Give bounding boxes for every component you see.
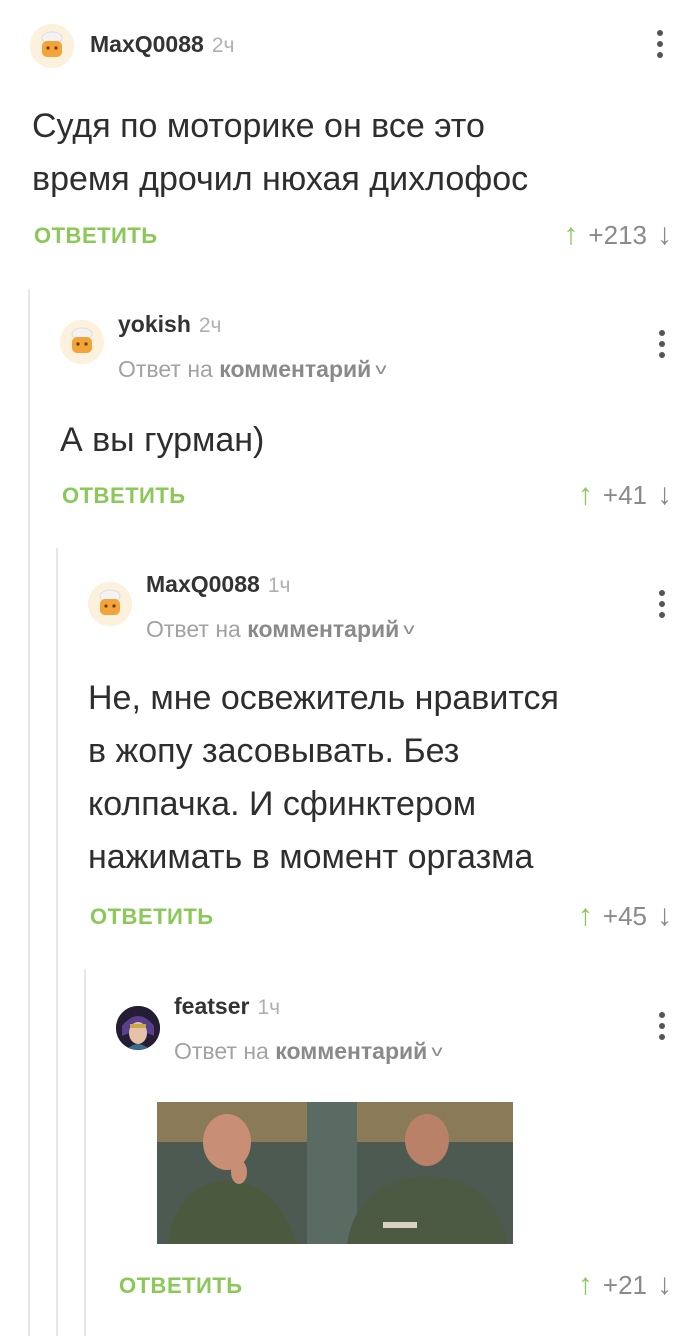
comment-text: Судя по моторике он все это время дрочил… bbox=[32, 100, 528, 206]
rating-value: +213 bbox=[588, 219, 647, 250]
username-text[interactable]: featser bbox=[174, 993, 249, 1019]
rating-value: +21 bbox=[602, 1269, 647, 1300]
thread-line-1 bbox=[28, 290, 30, 1336]
arrow-down-icon[interactable]: ↓ bbox=[657, 899, 672, 933]
arrow-up-icon[interactable]: ↑ bbox=[578, 478, 593, 512]
reply-to-prefix: Ответ на bbox=[118, 356, 213, 382]
reply-to-prefix: Ответ на bbox=[146, 616, 241, 642]
chevron-down-icon[interactable]: v bbox=[432, 1043, 443, 1061]
chevron-down-icon[interactable]: v bbox=[376, 361, 387, 379]
arrow-down-icon[interactable]: ↓ bbox=[657, 478, 672, 512]
comment-text-line: А вы гурман) bbox=[60, 421, 265, 459]
comment-time: 2ч bbox=[198, 314, 222, 337]
thread-line-2 bbox=[56, 548, 58, 1336]
comment-username[interactable]: MaxQ0088 2ч bbox=[90, 31, 234, 58]
more-vertical-icon[interactable] bbox=[658, 1012, 666, 1040]
gif-image bbox=[157, 1102, 513, 1244]
comment-username[interactable]: yokish 2ч bbox=[118, 311, 222, 338]
comment-text-line: в жопу засовывать. Без bbox=[88, 732, 460, 770]
arrow-down-icon[interactable]: ↓ bbox=[657, 218, 672, 252]
username-text[interactable]: MaxQ0088 bbox=[90, 31, 204, 57]
comment-time: 1ч bbox=[257, 996, 281, 1019]
comment-username[interactable]: featser 1ч bbox=[174, 993, 280, 1020]
avatar-icon bbox=[30, 24, 74, 68]
arrow-down-icon[interactable]: ↓ bbox=[657, 1268, 672, 1302]
more-vertical-icon[interactable] bbox=[656, 30, 664, 58]
reply-button[interactable]: ОТВЕТИТЬ bbox=[119, 1273, 243, 1299]
reply-to-target[interactable]: комментарий bbox=[275, 1038, 427, 1064]
rating: ↑ +213 ↓ bbox=[563, 218, 672, 252]
comment-username[interactable]: MaxQ0088 1ч bbox=[146, 571, 290, 598]
comment-text-line: нажимать в момент оргазма bbox=[88, 838, 534, 876]
reply-to-target[interactable]: комментарий bbox=[247, 616, 399, 642]
comment-time: 1ч bbox=[267, 574, 291, 597]
rating-value: +41 bbox=[602, 479, 647, 510]
comment-text: Не, мне освежитель нравится в жопу засов… bbox=[88, 672, 559, 884]
reply-button[interactable]: ОТВЕТИТЬ bbox=[34, 223, 158, 249]
arrow-up-icon[interactable]: ↑ bbox=[578, 899, 593, 933]
reply-to-target[interactable]: комментарий bbox=[219, 356, 371, 382]
avatar-icon bbox=[116, 1006, 160, 1050]
arrow-up-icon[interactable]: ↑ bbox=[563, 218, 578, 252]
username-text[interactable]: yokish bbox=[118, 311, 191, 337]
avatar[interactable] bbox=[30, 24, 74, 68]
avatar[interactable] bbox=[116, 1006, 160, 1050]
arrow-up-icon[interactable]: ↑ bbox=[578, 1268, 593, 1302]
rating-value: +45 bbox=[602, 900, 647, 931]
more-vertical-icon[interactable] bbox=[658, 330, 666, 358]
comment-text: А вы гурман) bbox=[60, 414, 264, 467]
rating: ↑ +45 ↓ bbox=[578, 899, 672, 933]
comment-gif[interactable] bbox=[157, 1102, 513, 1244]
avatar-icon bbox=[88, 582, 132, 626]
comment-text-line: Не, мне освежитель нравится bbox=[88, 679, 559, 717]
thread-line-3 bbox=[84, 970, 86, 1336]
rating: ↑ +21 ↓ bbox=[578, 1268, 672, 1302]
avatar[interactable] bbox=[88, 582, 132, 626]
reply-to-link[interactable]: Ответ на комментарий v bbox=[146, 616, 415, 643]
avatar-icon bbox=[60, 320, 104, 364]
comment-text-line: Судя по моторике он все это bbox=[32, 107, 485, 145]
reply-to-link[interactable]: Ответ на комментарий v bbox=[118, 356, 387, 383]
more-vertical-icon[interactable] bbox=[658, 590, 666, 618]
username-text[interactable]: MaxQ0088 bbox=[146, 571, 260, 597]
reply-to-prefix: Ответ на bbox=[174, 1038, 269, 1064]
reply-button[interactable]: ОТВЕТИТЬ bbox=[90, 904, 214, 930]
comment-text-line: время дрочил нюхая дихлофос bbox=[32, 160, 529, 198]
comment-text-line: колпачка. И сфинктером bbox=[88, 785, 477, 823]
rating: ↑ +41 ↓ bbox=[578, 478, 672, 512]
reply-button[interactable]: ОТВЕТИТЬ bbox=[62, 483, 186, 509]
reply-to-link[interactable]: Ответ на комментарий v bbox=[174, 1038, 443, 1065]
comment-time: 2ч bbox=[211, 34, 235, 57]
avatar[interactable] bbox=[60, 320, 104, 364]
chevron-down-icon[interactable]: v bbox=[404, 621, 415, 639]
